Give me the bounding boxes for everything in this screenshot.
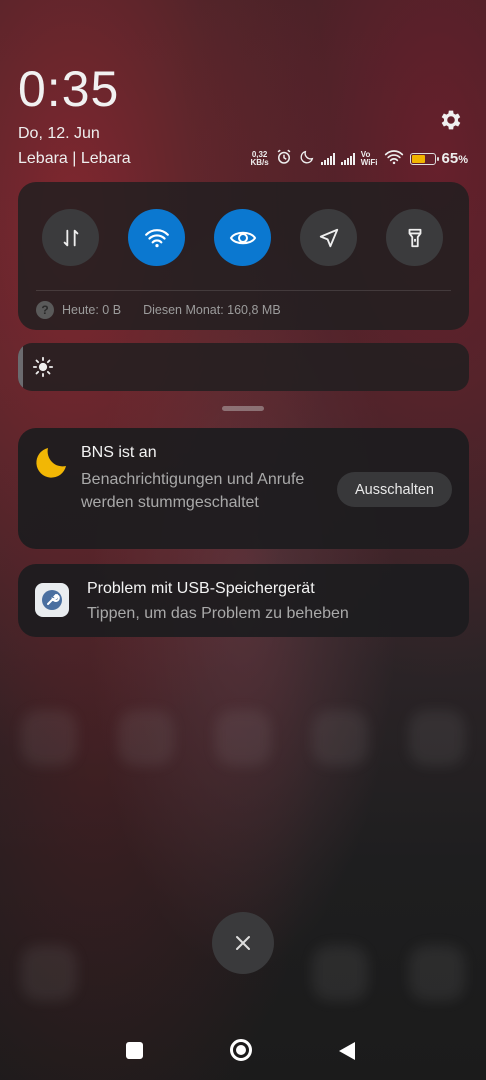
recents-icon[interactable] [126, 1042, 143, 1059]
navigation-bar [0, 1030, 486, 1070]
flashlight-toggle[interactable] [386, 209, 443, 266]
help-icon: ? [36, 301, 54, 319]
data-usage[interactable]: ? Heute: 0 B Diesen Monat: 160,8 MB [36, 301, 281, 319]
quick-settings-panel: ? Heute: 0 B Diesen Monat: 160,8 MB [18, 182, 469, 330]
carrier-name: Lebara | Lebara [18, 150, 131, 167]
battery-icon [409, 152, 439, 165]
notification-dnd[interactable]: BNS ist an Benachrichtigungen und Anrufe… [18, 428, 469, 549]
eye-icon [229, 231, 256, 244]
notification-usb-problem[interactable]: Problem mit USB-Speichergerät Tippen, um… [18, 564, 469, 637]
battery-percent: 65% [441, 150, 468, 167]
notification-body: Tippen, um das Problem zu beheben [87, 605, 349, 622]
location-toggle[interactable] [300, 209, 357, 266]
vowifi-icon: Vo WiFi [360, 149, 378, 167]
settings-gear-icon[interactable] [438, 107, 464, 133]
divider [36, 290, 451, 291]
turn-off-button[interactable]: Ausschalten [337, 472, 452, 507]
notification-title: Problem mit USB-Speichergerät [87, 580, 315, 597]
blurred-background [0, 710, 486, 766]
signal-icon [340, 152, 355, 165]
clear-all-button[interactable] [212, 912, 274, 974]
signal-icon [320, 152, 335, 165]
moon-icon [299, 149, 315, 168]
battery-level-fill [411, 154, 426, 163]
date[interactable]: Do, 12. Jun [18, 125, 100, 143]
wifi-toggle[interactable] [128, 209, 185, 266]
mobile-data-toggle[interactable] [42, 209, 99, 266]
data-today: Heute: 0 B [62, 303, 122, 317]
status-bar: 0,32 KB/s Vo WiFi 65% [250, 148, 468, 169]
close-icon [236, 936, 250, 950]
wifi-icon [144, 228, 169, 247]
back-icon[interactable] [337, 1040, 357, 1067]
data-arrows-icon [63, 229, 78, 246]
wrench-icon [35, 583, 69, 617]
brightness-slider[interactable] [18, 343, 469, 391]
reading-mode-toggle[interactable] [214, 209, 271, 266]
location-arrow-icon [319, 228, 338, 247]
wifi-icon [384, 149, 404, 168]
drag-handle[interactable] [222, 406, 264, 411]
brightness-level-fill [18, 343, 23, 391]
network-speed: 0,32 KB/s [250, 149, 269, 167]
sun-icon [32, 356, 54, 378]
notification-title: BNS ist an [81, 444, 157, 461]
clock[interactable]: 0:35 [18, 60, 119, 118]
data-month: Diesen Monat: 160,8 MB [143, 303, 281, 317]
moon-icon [32, 442, 72, 482]
alarm-icon [275, 148, 293, 169]
flashlight-icon [408, 228, 421, 247]
home-icon[interactable] [230, 1039, 252, 1061]
notification-body: Benachrichtigungen und Anrufe werden stu… [81, 471, 305, 511]
